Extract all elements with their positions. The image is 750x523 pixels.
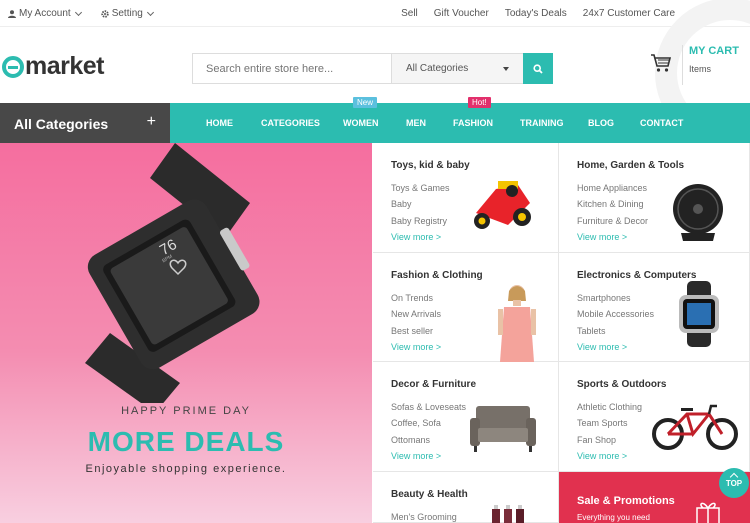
nav-men[interactable]: MEN [406,118,426,128]
cart-title: MY CART [689,45,739,57]
customer-care-link[interactable]: 24x7 Customer Care [583,8,675,19]
nav-fashion[interactable]: FASHION [453,118,493,128]
category-link[interactable]: Baby [391,196,450,212]
category-title[interactable]: Fashion & Clothing [391,270,483,281]
nav-home[interactable]: HOME [206,118,233,128]
logo[interactable]: market [2,52,105,81]
search-button[interactable] [523,53,553,84]
category-link[interactable]: Men's Grooming [391,509,457,523]
hero-banner[interactable]: 76 BPM HAPPY PRIME DAY MORE DEALS Enjoya… [0,143,372,523]
sale-subtitle: Everything you need [577,513,650,522]
new-badge: New [353,97,378,108]
caret-down-icon [503,66,509,71]
gift-voucher-link[interactable]: Gift Voucher [434,8,489,19]
gear-icon [101,9,109,18]
logo-text: market [25,52,105,80]
category-title[interactable]: Electronics & Computers [577,270,696,281]
todays-deals-link[interactable]: Today's Deals [505,8,567,19]
cart-items: Items [689,64,712,74]
fan-image [673,184,723,241]
all-categories-button[interactable]: All Categories + [0,103,170,143]
all-categories-label: All Categories [14,116,109,132]
page: { "topbar": { "account": "My Account", "… [0,0,750,523]
category-link[interactable]: New Arrivals [391,306,441,322]
nav-blog[interactable]: BLOG [588,118,614,128]
cart-icon [651,54,672,72]
category-card-sports: Sports & Outdoors Athletic Clothing Team… [559,362,750,472]
smartwatch-image [85,143,260,403]
view-more-link[interactable]: View more > [391,339,441,355]
category-card-fashion: Fashion & Clothing On Trends New Arrival… [373,253,559,362]
user-icon [8,9,16,18]
category-link[interactable]: Mobile Accessories [577,306,654,322]
my-account-dropdown[interactable]: My Account [8,8,82,19]
category-link[interactable]: Sofas & Loveseats [391,399,466,415]
category-card-electronics: Electronics & Computers Smartphones Mobi… [559,253,750,362]
category-card-home: Home, Garden & Tools Home Appliances Kit… [559,143,750,253]
category-link[interactable]: Home Appliances [577,180,648,196]
back-to-top-button[interactable]: TOP [719,468,749,498]
category-title[interactable]: Decor & Furniture [391,379,476,390]
category-link[interactable]: Toys & Games [391,180,450,196]
hot-badge: Hot! [468,97,491,108]
category-card-decor: Decor & Furniture Sofas & Loveseats Coff… [373,362,559,472]
logo-e-icon [2,55,24,78]
category-link[interactable]: Tablets [577,323,654,339]
search-icon [533,63,543,74]
category-link[interactable]: Smartphones [577,290,654,306]
category-link[interactable]: Kitchen & Dining [577,196,648,212]
back-to-top-label: TOP [725,479,743,488]
sale-title: Sale & Promotions [577,495,675,507]
view-more-link[interactable]: View more > [577,339,654,355]
toy-car-image [474,181,531,229]
category-title[interactable]: Beauty & Health [391,489,468,500]
header: market All Categories MY CART Items [0,0,750,148]
nav-women[interactable]: WOMEN [343,118,379,128]
category-title[interactable]: Home, Garden & Tools [577,160,684,171]
my-account-label: My Account [19,8,71,19]
banner-tagline: Enjoyable shopping experience. [85,463,287,475]
plus-icon: + [146,113,156,130]
view-more-link[interactable]: View more > [391,229,450,245]
chevron-down-icon [74,8,82,16]
woman-model-image [498,285,536,362]
category-card-beauty: Beauty & Health Men's Grooming [373,472,559,523]
banner-eyebrow: HAPPY PRIME DAY [121,405,251,417]
setting-label: Setting [111,8,143,19]
top-bar: My Account Setting Sell Gift Voucher Tod… [0,0,750,27]
nav-training[interactable]: TRAINING [520,118,564,128]
category-link[interactable]: Ottomans [391,432,466,448]
banner-headline: MORE DEALS [87,426,285,457]
chevron-down-icon [146,8,154,16]
setting-dropdown[interactable]: Setting [101,8,154,19]
view-more-link[interactable]: View more > [577,448,642,464]
sofa-image [470,406,536,452]
category-select[interactable]: All Categories [391,54,523,83]
category-link[interactable]: Team Sports [577,415,642,431]
beauty-products-image [492,505,524,523]
category-title[interactable]: Toys, kid & baby [391,160,470,171]
view-more-link[interactable]: View more > [391,448,466,464]
search-bar: All Categories [192,53,553,84]
view-more-link[interactable]: View more > [577,229,648,245]
category-card-toys: Toys, kid & baby Toys & Games Baby Baby … [373,143,559,253]
nav-contact[interactable]: CONTACT [640,118,683,128]
category-link[interactable]: Athletic Clothing [577,399,642,415]
category-title[interactable]: Sports & Outdoors [577,379,666,390]
nav-categories[interactable]: CATEGORIES [261,118,320,128]
category-link[interactable]: Baby Registry [391,213,450,229]
category-select-value: All Categories [406,63,469,74]
search-input[interactable] [193,54,391,83]
category-link[interactable]: Coffee, Sofa [391,415,466,431]
bicycle-image [652,404,738,450]
smartwatch-product-image [679,281,719,347]
gift-icon [696,502,720,523]
category-link[interactable]: Best seller [391,323,441,339]
category-link[interactable]: Fan Shop [577,432,642,448]
category-link[interactable]: On Trends [391,290,441,306]
sell-link[interactable]: Sell [401,8,418,19]
category-link[interactable]: Furniture & Decor [577,213,648,229]
